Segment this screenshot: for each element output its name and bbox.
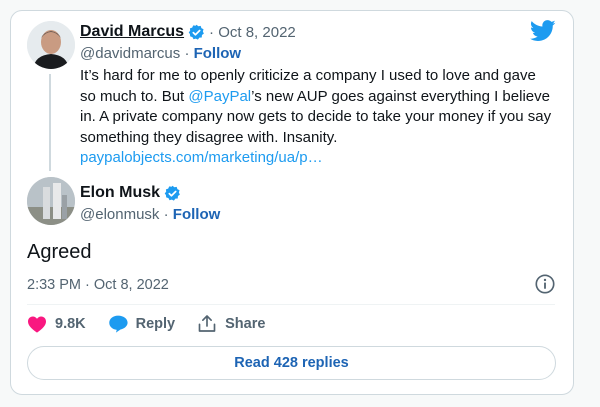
main-handle-row: @elonmusk · Follow [80,206,220,223]
heart-icon [28,315,46,333]
reply-button[interactable]: Reply [108,314,176,333]
separator-dot: · [184,45,194,62]
twitter-bird-icon[interactable] [530,20,556,42]
tweet-actions: 9.8K Reply Share [27,314,287,333]
like-count: 9.8K [55,315,86,332]
mention-paypal[interactable]: @PayPal [188,88,251,105]
like-button[interactable]: 9.8K [27,315,86,333]
quoted-author-name[interactable]: David Marcus [80,23,184,41]
read-replies-button[interactable]: Read 428 replies [27,346,556,380]
share-label: Share [225,315,266,332]
main-tweet-header: Elon Musk [80,184,181,202]
quoted-tweet-link[interactable]: paypalobjects.com/marketing/ua/p… [80,148,555,169]
verified-badge-icon [188,24,204,40]
quoted-handle-row: @davidmarcus · Follow [80,45,241,62]
thread-connector-line [49,74,51,171]
main-tweet-text: Agreed [27,241,92,263]
quoted-author-handle[interactable]: @davidmarcus [80,45,180,62]
follow-button-elonmusk[interactable]: Follow [173,206,221,223]
share-icon [198,315,216,332]
main-author-name[interactable]: Elon Musk [80,184,160,202]
main-tweet-timestamp[interactable]: 2:33 PM · Oct 8, 2022 [27,277,169,293]
reply-label: Reply [135,315,176,332]
main-author-handle[interactable]: @elonmusk [80,206,159,223]
quoted-tweet-text: It’s hard for me to openly criticize a c… [80,66,555,169]
avatar-elon-musk[interactable] [27,177,75,225]
info-icon[interactable] [534,273,556,295]
reply-bubble-icon [108,315,128,333]
share-button[interactable]: Share [197,314,265,333]
avatar-david-marcus[interactable] [27,21,75,69]
quoted-tweet-date[interactable]: · Oct 8, 2022 [209,24,296,41]
divider [27,304,555,305]
follow-button-davidmarcus[interactable]: Follow [194,45,242,62]
quoted-tweet-header: David Marcus · Oct 8, 2022 [80,23,296,41]
verified-badge-icon [164,185,180,201]
separator-dot: · [163,206,173,223]
